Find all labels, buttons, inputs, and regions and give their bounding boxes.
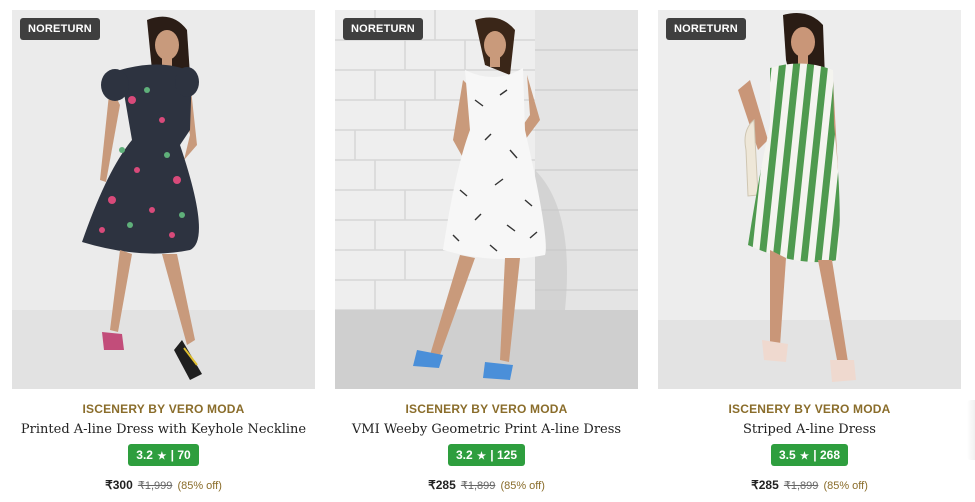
product-card[interactable]: NORETURN ISCENERY BY VERO MODA VMI Weeby… xyxy=(335,10,638,502)
product-card[interactable]: NORETURN ISCENERY BY VERO MODA Striped A… xyxy=(658,10,961,502)
price-row: ₹285 ₹1,899 (85% off) xyxy=(335,478,638,492)
product-brand[interactable]: ISCENERY BY VERO MODA xyxy=(12,402,315,416)
sale-price: ₹300 xyxy=(105,478,133,492)
discount-text: (85% off) xyxy=(177,480,222,492)
original-price: ₹1,899 xyxy=(783,480,819,492)
price-row: ₹300 ₹1,999 (85% off) xyxy=(12,478,315,492)
original-price: ₹1,999 xyxy=(137,480,173,492)
rating-separator: | xyxy=(490,448,494,462)
rating-value: 3.5 xyxy=(778,448,796,462)
product-image[interactable]: NORETURN xyxy=(335,10,638,389)
rating-value: 3.2 xyxy=(136,448,153,462)
star-icon: ★ xyxy=(799,451,809,462)
product-brand[interactable]: ISCENERY BY VERO MODA xyxy=(658,402,961,416)
model-photo-printed-dress xyxy=(12,10,315,389)
discount-text: (85% off) xyxy=(823,480,868,492)
noreturn-badge: NORETURN xyxy=(20,18,100,40)
rating-count: 70 xyxy=(177,448,191,462)
rating-value: 3.2 xyxy=(455,448,473,462)
sale-price: ₹285 xyxy=(428,478,456,492)
product-grid: NORETURN ISCENERY BY VERO MODA Printed A… xyxy=(0,0,975,502)
noreturn-badge: NORETURN xyxy=(343,18,423,40)
price-row: ₹285 ₹1,899 (85% off) xyxy=(658,478,961,492)
scroll-edge-shadow xyxy=(967,400,975,460)
product-name[interactable]: Striped A-line Dress xyxy=(658,422,961,437)
star-icon: ★ xyxy=(157,451,167,462)
model-photo-geometric-dress xyxy=(335,10,638,389)
model-photo-striped-dress xyxy=(658,10,961,389)
rating-badge: 3.5 ★ | 268 xyxy=(770,444,849,466)
rating-count: 268 xyxy=(820,448,841,462)
rating-badge: 3.2 ★ | 70 xyxy=(128,444,199,466)
product-brand[interactable]: ISCENERY BY VERO MODA xyxy=(335,402,638,416)
star-icon: ★ xyxy=(476,451,486,462)
sale-price: ₹285 xyxy=(751,478,779,492)
product-card[interactable]: NORETURN ISCENERY BY VERO MODA Printed A… xyxy=(12,10,315,502)
rating-separator: | xyxy=(170,448,174,462)
original-price: ₹1,899 xyxy=(460,480,496,492)
product-name[interactable]: Printed A-line Dress with Keyhole Neckli… xyxy=(12,422,315,437)
product-image[interactable]: NORETURN xyxy=(658,10,961,389)
product-name[interactable]: VMI Weeby Geometric Print A-line Dress xyxy=(335,422,638,437)
rating-separator: | xyxy=(813,448,817,462)
product-image[interactable]: NORETURN xyxy=(12,10,315,389)
noreturn-badge: NORETURN xyxy=(666,18,746,40)
rating-badge: 3.2 ★ | 125 xyxy=(447,444,526,466)
rating-count: 125 xyxy=(497,448,518,462)
discount-text: (85% off) xyxy=(500,480,545,492)
